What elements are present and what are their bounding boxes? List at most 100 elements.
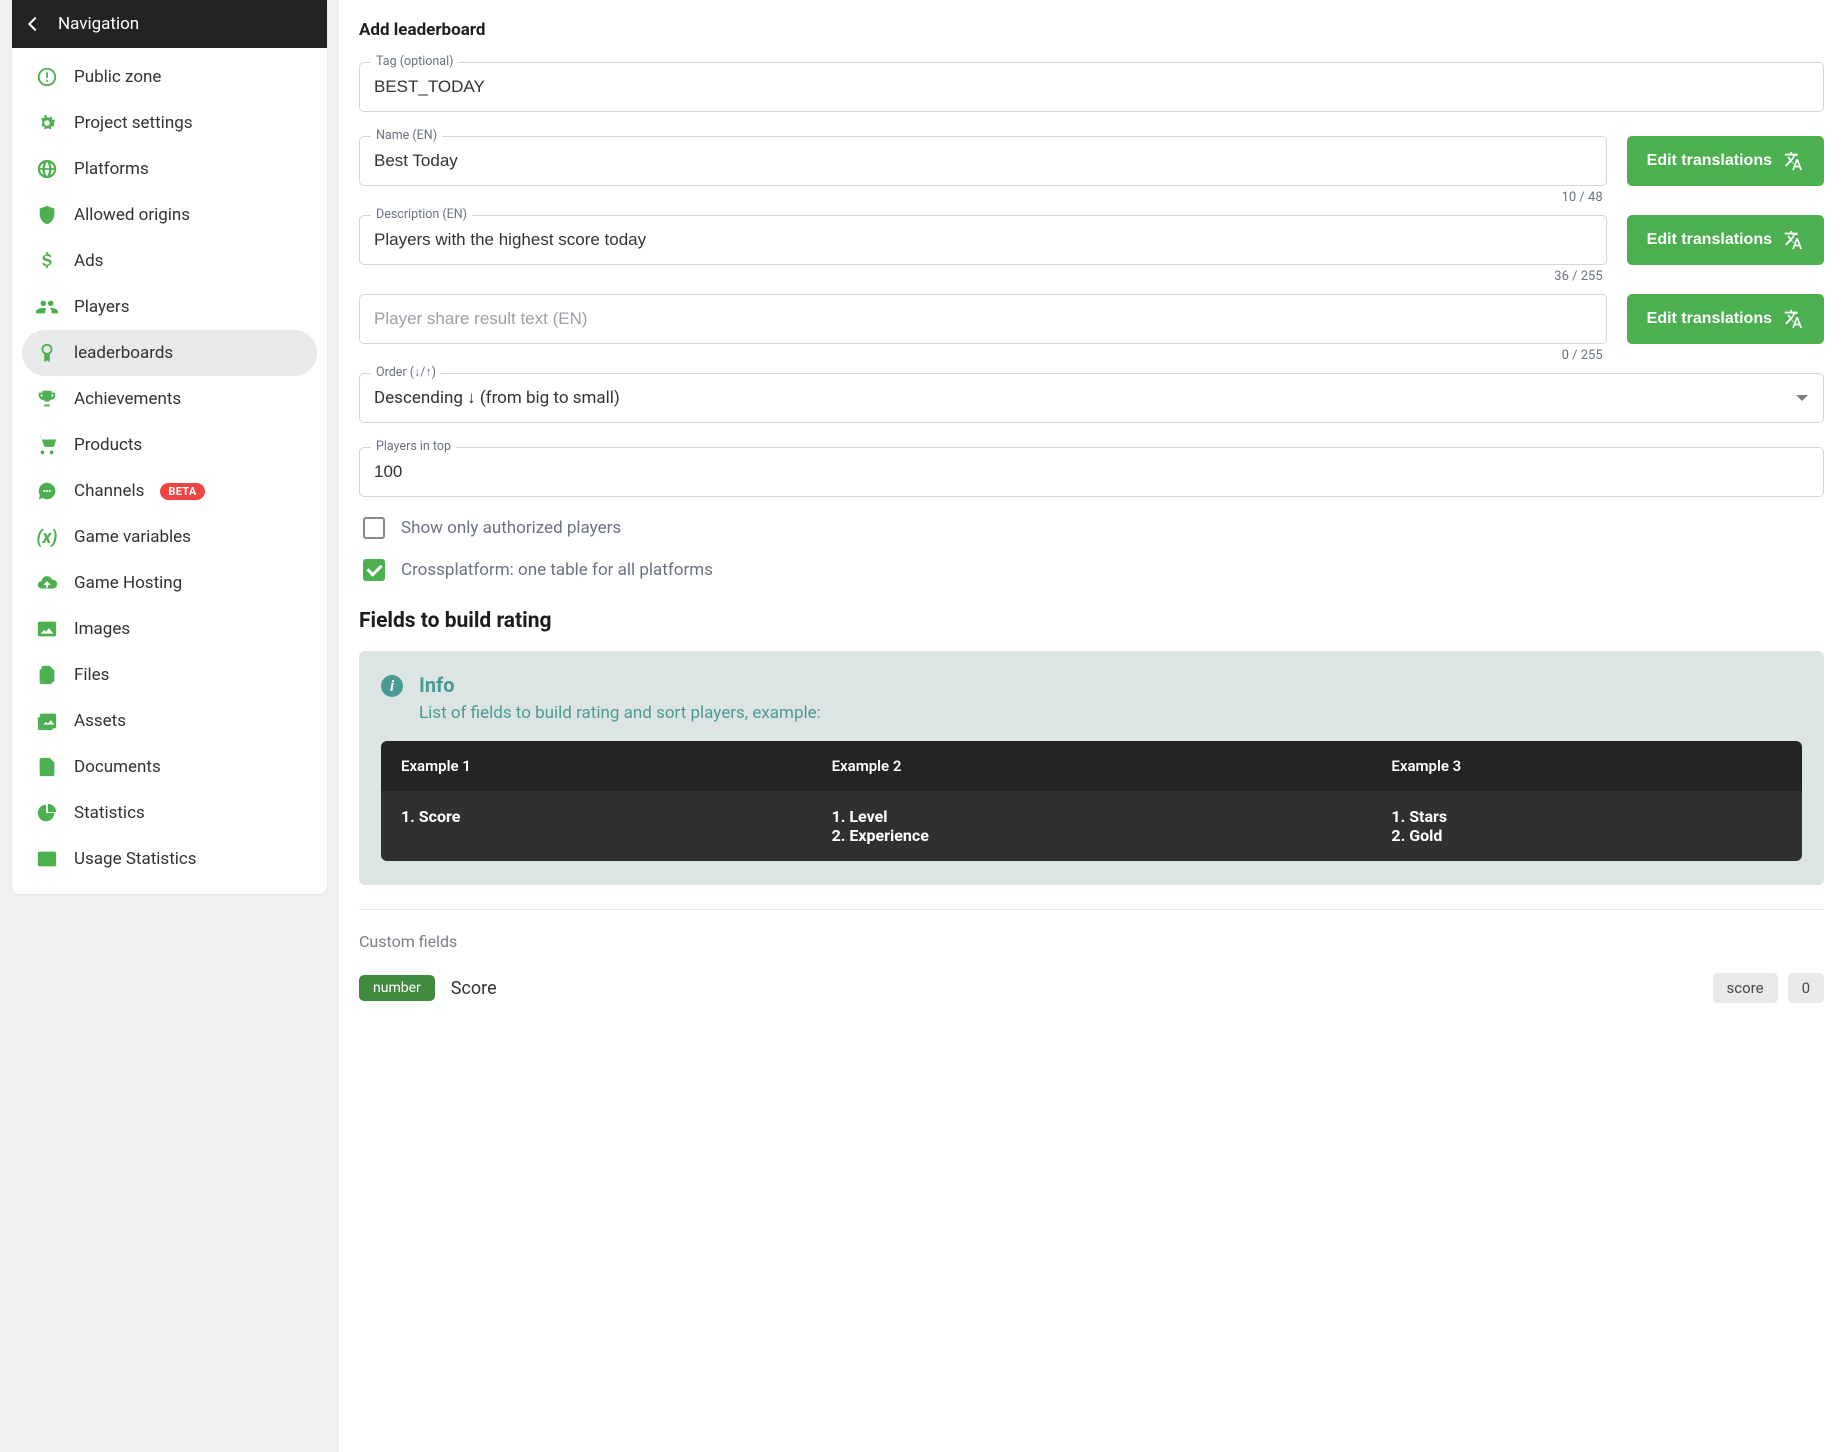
name-input[interactable] [359, 136, 1607, 186]
description-input[interactable] [359, 215, 1607, 265]
sidebar-item-products[interactable]: Products [22, 422, 317, 468]
share-counter: 0 / 255 [359, 348, 1607, 363]
cloud-upload-icon [36, 572, 58, 594]
description-counter: 36 / 255 [359, 269, 1607, 284]
sidebar-item-label: Files [74, 665, 109, 685]
sidebar-item-label: Products [74, 435, 142, 455]
sidebar-item-assets[interactable]: Assets [22, 698, 317, 744]
example-header: Example 2 [812, 741, 1372, 791]
chevron-down-icon [1796, 395, 1808, 401]
authorized-checkbox-row[interactable]: Show only authorized players [363, 517, 1824, 539]
chevron-left-icon [28, 17, 42, 31]
users-icon [36, 296, 58, 318]
field-type-chip: number [359, 975, 435, 1001]
sidebar-item-label: Game Hosting [74, 573, 182, 593]
order-label: Order (↓/↑) [371, 365, 441, 380]
gallery-icon [36, 710, 58, 732]
bar-chart-icon [36, 848, 58, 870]
sidebar: Navigation Public zone Project settings … [12, 0, 327, 894]
sidebar-item-players[interactable]: Players [22, 284, 317, 330]
example-cell: 1. Level 2. Experience [812, 791, 1372, 861]
sidebar-title: Navigation [58, 14, 139, 34]
example-cell: 1. Score [381, 791, 812, 861]
sidebar-item-game-variables[interactable]: (x) Game variables [22, 514, 317, 560]
sidebar-item-usage-statistics[interactable]: Usage Statistics [22, 836, 317, 882]
edit-translations-button[interactable]: Edit translations [1627, 136, 1824, 186]
description-label: Description (EN) [371, 207, 472, 222]
sidebar-item-documents[interactable]: Documents [22, 744, 317, 790]
document-icon [36, 756, 58, 778]
sidebar-item-label: Platforms [74, 159, 149, 179]
shield-link-icon [36, 204, 58, 226]
sidebar-item-label: Project settings [74, 113, 193, 133]
variable-icon: (x) [36, 526, 58, 548]
button-label: Edit translations [1647, 231, 1772, 249]
custom-fields-label: Custom fields [359, 932, 1824, 951]
fields-section-title: Fields to build rating [359, 609, 1824, 633]
gear-icon [36, 112, 58, 134]
sidebar-item-allowed-origins[interactable]: Allowed origins [22, 192, 317, 238]
image-icon [36, 618, 58, 640]
example-table: Example 1 Example 2 Example 3 1. Score 1… [381, 741, 1802, 861]
globe-icon [36, 158, 58, 180]
sidebar-item-label: Assets [74, 711, 126, 731]
sidebar-item-channels[interactable]: Channels BETA [22, 468, 317, 514]
button-label: Edit translations [1647, 310, 1772, 328]
sidebar-item-public-zone[interactable]: Public zone [22, 54, 317, 100]
cart-icon [36, 434, 58, 456]
sidebar-item-label: Public zone [74, 67, 161, 87]
sidebar-item-label: Players [74, 297, 129, 317]
sidebar-item-ads[interactable]: Ads [22, 238, 317, 284]
sidebar-item-images[interactable]: Images [22, 606, 317, 652]
order-value: Descending ↓ (from big to small) [374, 388, 620, 408]
sidebar-item-label: leaderboards [74, 343, 173, 363]
sidebar-item-label: Achievements [74, 389, 181, 409]
players-in-top-input[interactable] [359, 447, 1824, 497]
field-name-label: Score [451, 978, 497, 999]
sidebar-item-label: Images [74, 619, 130, 639]
custom-field-row[interactable]: number Score score 0 [359, 973, 1824, 1003]
sidebar-item-label: Usage Statistics [74, 849, 197, 869]
checkbox-unchecked-icon [363, 517, 385, 539]
sidebar-header[interactable]: Navigation [12, 0, 327, 48]
sidebar-item-achievements[interactable]: Achievements [22, 376, 317, 422]
example-header: Example 1 [381, 741, 812, 791]
button-label: Edit translations [1647, 152, 1772, 170]
edit-translations-button[interactable]: Edit translations [1627, 215, 1824, 265]
sidebar-item-label: Channels [74, 481, 144, 501]
sidebar-item-statistics[interactable]: Statistics [22, 790, 317, 836]
trophy-icon [36, 388, 58, 410]
dollar-icon [36, 250, 58, 272]
edit-translations-button[interactable]: Edit translations [1627, 294, 1824, 344]
checkbox-label: Show only authorized players [401, 518, 621, 538]
pie-chart-icon [36, 802, 58, 824]
checkbox-checked-icon [363, 559, 385, 581]
sidebar-item-label: Documents [74, 757, 161, 777]
info-panel: i Info List of fields to build rating an… [359, 651, 1824, 885]
sidebar-item-platforms[interactable]: Platforms [22, 146, 317, 192]
main-content: Add leaderboard Tag (optional) Name (EN)… [339, 0, 1844, 1452]
info-text: List of fields to build rating and sort … [419, 703, 821, 723]
sidebar-item-project-settings[interactable]: Project settings [22, 100, 317, 146]
translate-icon [1782, 150, 1804, 172]
translate-icon [1782, 229, 1804, 251]
checkbox-label: Crossplatform: one table for all platfor… [401, 560, 713, 580]
files-icon [36, 664, 58, 686]
sidebar-item-leaderboards[interactable]: leaderboards [22, 330, 317, 376]
order-select[interactable]: Descending ↓ (from big to small) [359, 373, 1824, 423]
nav-list: Public zone Project settings Platforms A… [12, 48, 327, 894]
players-in-top-label: Players in top [371, 439, 456, 454]
info-title: Info [419, 673, 821, 697]
translate-icon [1782, 308, 1804, 330]
crossplatform-checkbox-row[interactable]: Crossplatform: one table for all platfor… [363, 559, 1824, 581]
sidebar-item-game-hosting[interactable]: Game Hosting [22, 560, 317, 606]
tag-input[interactable] [359, 62, 1824, 112]
sidebar-item-label: Statistics [74, 803, 145, 823]
share-text-input[interactable] [359, 294, 1607, 344]
example-cell: 1. Stars 2. Gold [1371, 791, 1802, 861]
sidebar-item-files[interactable]: Files [22, 652, 317, 698]
page-title: Add leaderboard [359, 20, 1824, 40]
example-header: Example 3 [1371, 741, 1802, 791]
tag-label: Tag (optional) [371, 54, 458, 69]
chat-icon [36, 480, 58, 502]
